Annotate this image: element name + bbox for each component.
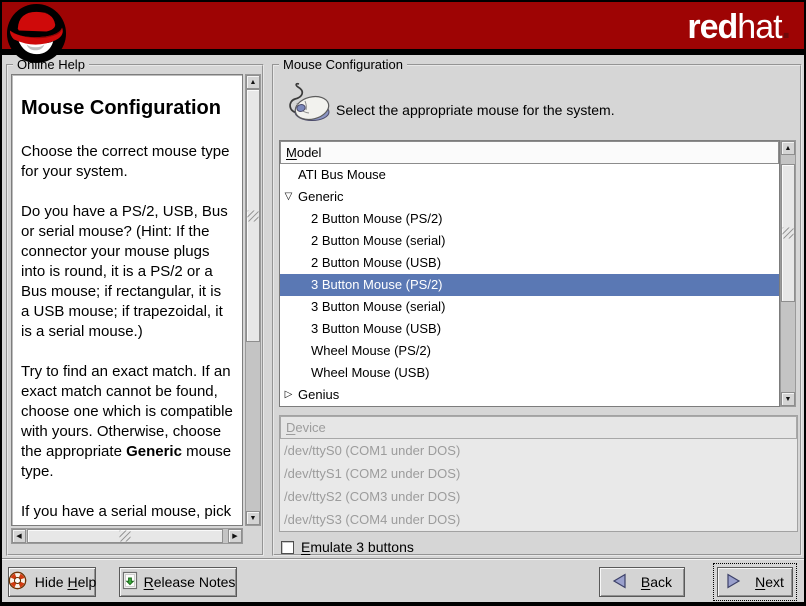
model-row-3-button-mouse-usb[interactable]: 3 Button Mouse (USB) xyxy=(280,318,779,340)
redhat-shadowman-logo-icon xyxy=(5,2,68,70)
model-row-wheel-mouse-usb[interactable]: Wheel Mouse (USB) xyxy=(280,362,779,384)
thumb-grip xyxy=(248,210,259,221)
help-paragraph-4-clipped: If you have a serial mouse, pick xyxy=(21,502,233,522)
installer-body: Online Help Mouse Configuration Choose t… xyxy=(2,55,804,602)
help-paragraph-3: Try to find an exact match. If an exact … xyxy=(21,362,233,482)
scroll-down-icon[interactable]: ▼ xyxy=(781,392,795,406)
model-column-header[interactable]: Model xyxy=(280,141,779,164)
model-row-2-button-mouse-usb[interactable]: 2 Button Mouse (USB) xyxy=(280,252,779,274)
mouse-configuration-panel: Mouse Configuration Select the appropria… xyxy=(272,64,802,556)
thumb-grip xyxy=(783,228,794,239)
model-row-label: Wheel Mouse (PS/2) xyxy=(297,340,431,362)
model-row-label: 2 Button Mouse (serial) xyxy=(297,230,445,252)
generic-bold: Generic xyxy=(126,443,182,460)
help-vertical-scrollbar[interactable]: ▲ ▼ xyxy=(245,74,261,526)
wordmark-dot: . xyxy=(782,8,790,46)
scroll-up-icon[interactable]: ▲ xyxy=(781,141,795,155)
model-row-label: 3 Button Mouse (PS/2) xyxy=(297,274,443,296)
model-row-3-button-mouse-serial[interactable]: 3 Button Mouse (serial) xyxy=(280,296,779,318)
help-hscroll-thumb[interactable] xyxy=(27,529,223,543)
model-rows: ATI Bus Mouse▽Generic2 Button Mouse (PS/… xyxy=(280,164,779,406)
model-row-label: Wheel Mouse (USB) xyxy=(297,362,429,384)
emulate-3-buttons-label: Emulate 3 buttons xyxy=(301,539,414,555)
model-vscroll-thumb[interactable] xyxy=(781,164,795,301)
help-paragraph-2: Do you have a PS/2, USB, Bus or serial m… xyxy=(21,202,233,342)
help-horizontal-scrollbar[interactable]: ◀ ▶ xyxy=(11,528,243,544)
model-list: Model ATI Bus Mouse▽Generic2 Button Mous… xyxy=(279,140,780,407)
scroll-left-icon[interactable]: ◀ xyxy=(12,529,26,543)
device-row: /dev/ttyS0 (COM1 under DOS) xyxy=(280,439,797,462)
help-text-viewport[interactable]: Mouse Configuration Choose the correct m… xyxy=(11,74,243,526)
next-label: Next xyxy=(755,574,784,590)
release-notes-label: Release Notes xyxy=(144,574,236,590)
lifesaver-icon xyxy=(8,571,27,593)
next-arrow-icon xyxy=(726,573,741,592)
model-row-label: 3 Button Mouse (serial) xyxy=(297,296,445,318)
back-arrow-icon xyxy=(612,573,627,592)
model-vscroll-track[interactable] xyxy=(781,155,795,392)
device-rows: /dev/ttyS0 (COM1 under DOS)/dev/ttyS1 (C… xyxy=(280,439,797,531)
model-row-label: 2 Button Mouse (PS/2) xyxy=(297,208,443,230)
expander-closed-icon[interactable]: ▷ xyxy=(280,384,297,406)
help-hscroll-track[interactable] xyxy=(26,529,228,543)
wordmark-red: red xyxy=(687,8,737,46)
redhat-wordmark: redhat. xyxy=(687,8,790,47)
model-row-genius[interactable]: ▷Genius xyxy=(280,384,779,406)
installer-window: redhat. Online Help Mouse Configuration … xyxy=(0,0,806,606)
back-button[interactable]: Back xyxy=(599,567,685,597)
scroll-down-icon[interactable]: ▼ xyxy=(246,511,260,525)
model-row-2-button-mouse-ps-2[interactable]: 2 Button Mouse (PS/2) xyxy=(280,208,779,230)
model-row-label: ATI Bus Mouse xyxy=(297,164,386,186)
help-title: Mouse Configuration xyxy=(21,97,233,120)
device-list: Device /dev/ttyS0 (COM1 under DOS)/dev/t… xyxy=(279,415,798,532)
button-bar: Hide Help Release Notes xyxy=(2,558,804,602)
help-vscroll-track[interactable] xyxy=(246,89,260,511)
model-row-label: Generic xyxy=(297,186,344,208)
mouse-configuration-frame-label: Mouse Configuration xyxy=(279,57,407,72)
expander-open-icon[interactable]: ▽ xyxy=(280,186,297,208)
model-row-label: 2 Button Mouse (USB) xyxy=(297,252,441,274)
model-row-ati-bus-mouse[interactable]: ATI Bus Mouse xyxy=(280,164,779,186)
emulate-3-buttons-option[interactable]: Emulate 3 buttons xyxy=(281,539,414,555)
device-column-header: Device xyxy=(280,416,797,439)
model-row-label: 3 Button Mouse (USB) xyxy=(297,318,441,340)
model-row-generic[interactable]: ▽Generic xyxy=(280,186,779,208)
model-vertical-scrollbar[interactable]: ▲ ▼ xyxy=(780,140,796,407)
emulate-3-buttons-checkbox[interactable] xyxy=(281,541,294,554)
device-row: /dev/ttyS3 (COM4 under DOS) xyxy=(280,508,797,531)
model-row-wheel-mouse-ps-2[interactable]: Wheel Mouse (PS/2) xyxy=(280,340,779,362)
scroll-up-icon[interactable]: ▲ xyxy=(246,75,260,89)
scroll-right-icon[interactable]: ▶ xyxy=(228,529,242,543)
hide-help-button[interactable]: Hide Help xyxy=(8,567,96,597)
model-row-label: Genius xyxy=(297,384,339,406)
online-help-panel: Online Help Mouse Configuration Choose t… xyxy=(6,64,264,556)
help-paragraph-1: Choose the correct mouse type for your s… xyxy=(21,142,233,182)
wordmark-hat: hat xyxy=(737,8,781,46)
model-row-3-button-mouse-ps-2[interactable]: 3 Button Mouse (PS/2) xyxy=(280,274,779,296)
release-notes-icon xyxy=(121,571,139,593)
release-notes-button[interactable]: Release Notes xyxy=(119,567,237,597)
model-row-2-button-mouse-serial[interactable]: 2 Button Mouse (serial) xyxy=(280,230,779,252)
hide-help-label: Hide Help xyxy=(35,574,97,590)
device-row: /dev/ttyS1 (COM2 under DOS) xyxy=(280,462,797,485)
help-vscroll-thumb[interactable] xyxy=(246,89,260,342)
instruction-text: Select the appropriate mouse for the sys… xyxy=(336,102,615,118)
next-button[interactable]: Next xyxy=(717,567,793,597)
mouse-icon xyxy=(284,82,332,129)
thumb-grip xyxy=(119,531,130,542)
back-label: Back xyxy=(641,574,672,590)
device-row: /dev/ttyS2 (COM3 under DOS) xyxy=(280,485,797,508)
next-button-focus-ring: Next xyxy=(713,563,797,601)
header-bar: redhat. xyxy=(2,2,804,52)
